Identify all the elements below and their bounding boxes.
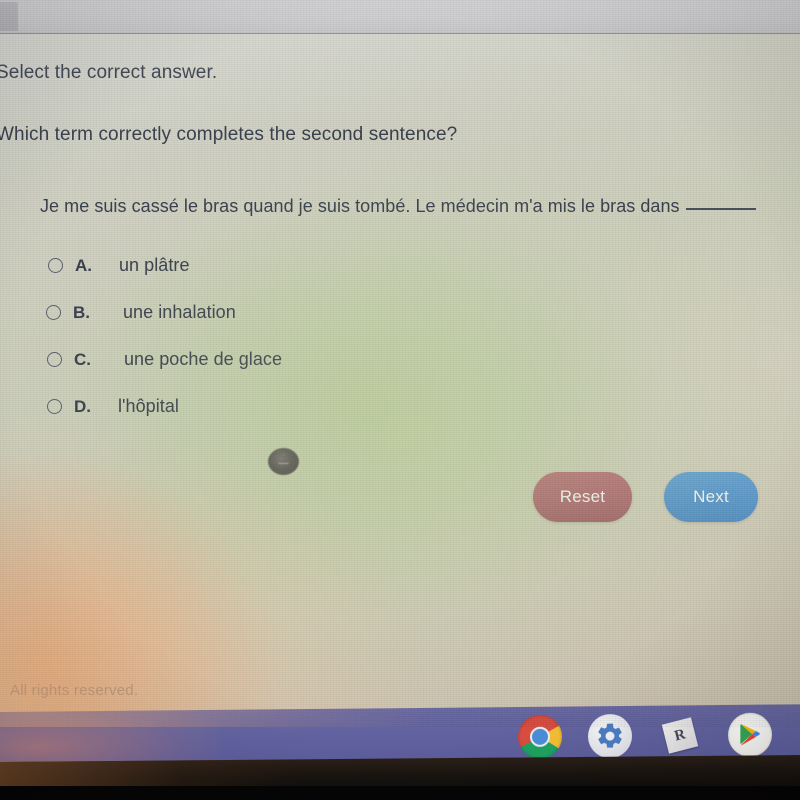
browser-tab[interactable] [0,2,18,31]
option-b-label: une inhalation [123,302,236,322]
copyright-footer: All rights reserved. [10,682,139,699]
radio-button-a-icon[interactable] [48,258,63,273]
option-c-label: une poche de glace [124,349,283,369]
option-b-letter: B. [73,302,90,322]
radio-button-c-icon[interactable] [47,352,62,367]
roblox-icon[interactable]: R [658,713,702,757]
laptop-screen-surface: Select the correct answer. Which term co… [0,0,800,727]
chrome-icon[interactable]: Chrome [518,714,562,766]
french-sentence: Je me suis cassé le bras quand je suis t… [40,196,756,217]
option-d-label: l'hôpital [118,396,179,416]
radio-button-d-icon[interactable] [47,399,62,414]
screen-speck [268,448,299,475]
question-page: Select the correct answer. Which term co… [0,34,800,674]
option-c-letter: C. [74,349,91,369]
french-sentence-text: Je me suis cassé le bras quand je suis t… [40,196,680,216]
taskbar-icon-tray: Chrome R [518,712,772,766]
next-button[interactable]: Next [664,472,758,522]
roblox-icon-glyph: R [661,717,699,754]
option-a-letter: A. [75,255,92,275]
option-a[interactable]: A. un plâtre [48,242,646,289]
option-b[interactable]: B. une inhalation [46,289,646,336]
reset-button[interactable]: Reset [533,472,632,522]
settings-gear-icon[interactable] [588,713,632,759]
browser-toolbar-strip [0,0,800,33]
radio-button-b-icon[interactable] [46,305,61,320]
option-d-letter: D. [74,396,91,416]
answer-blank [685,208,756,210]
option-d[interactable]: D. l'hôpital [47,383,646,430]
photo-bottom-edge [0,786,800,800]
option-a-label: un plâtre [119,255,190,275]
option-c[interactable]: C. une poche de glace [47,336,646,383]
instruction-text: Select the correct answer. [0,62,218,83]
google-play-icon[interactable] [728,712,772,758]
photographed-laptop-screen: Select the correct answer. Which term co… [0,0,800,800]
question-stem: Which term correctly completes the secon… [0,124,458,145]
answer-options-list: A. un plâtre B. une inhalation C. une po… [46,242,646,430]
